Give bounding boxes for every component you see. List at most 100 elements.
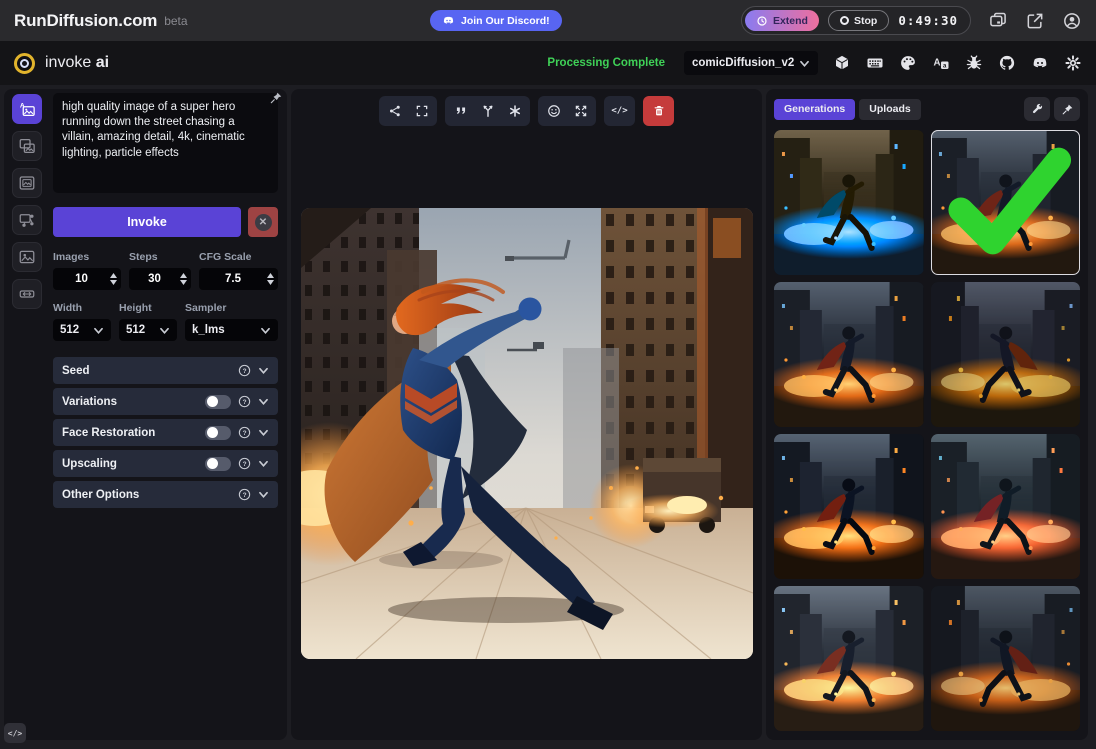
invoke-header: invoke ai Processing Complete comicDiffu… [0,41,1096,85]
tab-nodes[interactable] [12,205,42,235]
prompt-input[interactable]: high quality image of a super hero runni… [53,93,278,193]
invoke-button[interactable]: Invoke [53,207,241,237]
chevron-down-icon [258,428,269,437]
cancel-button[interactable]: ✕ [248,207,278,237]
current-generated-image [301,208,753,659]
theme-palette-icon[interactable] [899,54,917,72]
width-select[interactable]: 512 [53,319,111,341]
session-controls: Extend Stop 0:49:30 [741,6,971,35]
tab-generations[interactable]: Generations [774,99,855,120]
discord-icon[interactable] [1031,54,1049,72]
sessions-gallery-icon[interactable] [988,11,1008,31]
use-seed-button[interactable] [474,98,501,124]
settings-gear-icon[interactable] [1064,54,1082,72]
help-icon[interactable]: ? [238,395,251,408]
variations-accordion[interactable]: Variations ? [53,388,278,415]
stepper-arrows-icon[interactable] [180,273,187,285]
toggle-console-button[interactable]: </> [4,723,26,743]
session-timer: 0:49:30 [898,13,958,28]
tab-training[interactable] [12,279,42,309]
cfg-scale-stepper[interactable] [199,268,278,290]
help-icon[interactable]: ? [238,426,251,439]
account-icon[interactable] [1062,11,1082,31]
other-options-accordion[interactable]: Other Options ? [53,481,278,508]
close-icon: ✕ [255,214,272,231]
discord-icon [442,14,455,27]
use-prompt-button[interactable] [447,98,474,124]
height-select[interactable]: 512 [119,319,177,341]
steps-stepper[interactable] [129,268,191,290]
gallery-thumbnail-1[interactable] [774,130,924,275]
image-to-image-icon [18,137,36,155]
beta-badge: beta [164,14,187,28]
gallery-thumbnail-7[interactable] [774,586,924,731]
open-external-icon[interactable] [1025,11,1045,31]
invoke-logo [14,53,35,74]
top-bar: RunDiffusion.com beta Join Our Discord! … [0,0,1096,41]
sampler-select[interactable]: k_lms [185,319,278,341]
nodes-icon [18,211,36,229]
gallery-thumbnail-4[interactable] [931,282,1081,427]
seed-accordion[interactable]: Seed ? [53,357,278,384]
chevron-down-icon [260,326,271,335]
use-all-parameters-button[interactable] [501,98,528,124]
stepper-arrows-icon[interactable] [110,273,117,285]
hotkeys-keyboard-icon[interactable] [866,54,884,72]
github-icon[interactable] [998,54,1016,72]
report-bug-icon[interactable] [965,54,983,72]
tab-uploads[interactable]: Uploads [859,99,920,120]
wrench-icon [1031,103,1044,116]
gallery-settings-button[interactable] [1024,97,1050,121]
stop-icon [840,16,849,25]
gallery-thumbnail-2-selected[interactable] [931,130,1081,275]
upscaling-accordion[interactable]: Upscaling ? [53,450,278,477]
tab-text-to-image[interactable]: A [12,94,42,124]
join-discord-button[interactable]: Join Our Discord! [430,10,562,31]
post-processing-icon [18,248,36,266]
tab-post-processing[interactable] [12,242,42,272]
help-icon[interactable]: ? [238,457,251,470]
tab-image-to-image[interactable] [12,131,42,161]
delete-image-button[interactable] [643,96,674,126]
fullscreen-button[interactable] [408,98,435,124]
model-select[interactable]: comicDiffusion_v2 [684,51,818,75]
help-icon[interactable]: ? [238,364,251,377]
share-image-button[interactable] [381,98,408,124]
viewer-panel: </> [291,89,762,740]
view-metadata-button[interactable]: </> [606,98,633,124]
share-icon [388,104,402,118]
gallery-thumbnail-5[interactable] [774,434,924,579]
variations-toggle[interactable] [205,395,231,409]
gallery-grid [774,130,1080,731]
steps-input[interactable] [129,273,180,285]
gallery-thumbnail-8[interactable] [931,586,1081,731]
language-translate-icon[interactable]: Aa [932,54,950,72]
pin-gallery-button[interactable] [1054,97,1080,121]
seed-icon [481,104,495,118]
svg-text:A: A [934,57,941,68]
cfg-scale-input[interactable] [199,273,267,285]
extend-session-button[interactable]: Extend [745,10,819,31]
tab-unified-canvas[interactable] [12,168,42,198]
help-icon[interactable]: ? [238,488,251,501]
upscale-button[interactable] [567,98,594,124]
fullscreen-icon [415,104,429,118]
width-label: Width [53,302,111,314]
stepper-arrows-icon[interactable] [267,273,274,285]
fix-faces-button[interactable] [540,98,567,124]
clock-extend-icon [756,15,768,27]
model-manager-icon[interactable] [833,54,851,72]
images-stepper[interactable] [53,268,121,290]
images-input[interactable] [53,273,110,285]
pin-options-icon[interactable] [269,91,283,105]
face-restoration-accordion[interactable]: Face Restoration ? [53,419,278,446]
svg-text:?: ? [243,430,247,437]
gallery-thumbnail-3[interactable] [774,282,924,427]
svg-text:?: ? [243,492,247,499]
stop-session-button[interactable]: Stop [828,10,889,31]
face-restoration-toggle[interactable] [205,426,231,440]
upscaling-toggle[interactable] [205,457,231,471]
training-icon [18,285,36,303]
gallery-thumbnail-6[interactable] [931,434,1081,579]
svg-text:?: ? [243,368,247,375]
